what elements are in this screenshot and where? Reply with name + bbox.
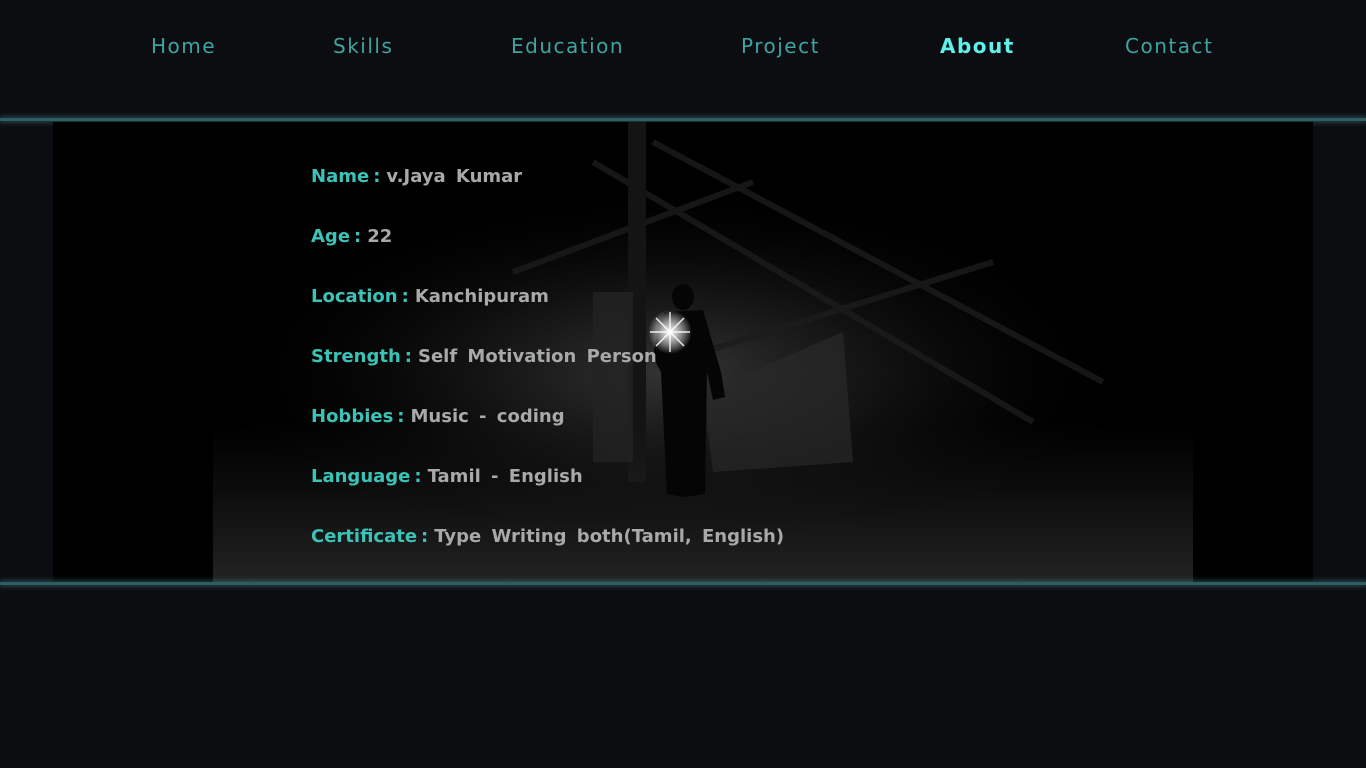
nav-home-link[interactable]: Home [151,32,216,60]
nav-project-link[interactable]: Project [741,32,820,60]
top-navigation: Home Skills Education Project About Cont… [0,0,1366,118]
age-value: 22 [367,226,393,247]
age-label: Age [311,226,351,247]
location-label: Location [311,286,398,307]
about-row-age: Age:22 [311,224,392,250]
language-label: Language [311,466,411,487]
language-value: Tamil - English [427,466,583,487]
about-row-name: Name: v.Jaya Kumar [311,164,522,190]
nav-skills-link[interactable]: Skills [333,32,393,60]
footer-divider [0,582,1366,585]
about-row-language: Language: Tamil - English [311,464,583,490]
certificate-label: Certificate [311,526,418,547]
separator: : [414,466,422,487]
name-label: Name [311,166,370,187]
location-value: Kanchipuram [414,286,549,307]
separator: : [354,226,362,247]
about-row-location: Location: Kanchipuram [311,284,549,310]
strength-label: Strength [311,346,401,367]
header-divider [0,118,1366,121]
about-row-certificate: Certificate: Type Writing both(Tamil, Eng… [311,524,784,550]
nav-contact-link[interactable]: Contact [1125,32,1213,60]
hobbies-label: Hobbies [311,406,394,427]
separator: : [373,166,381,187]
about-row-hobbies: Hobbies: Music - coding [311,404,565,430]
nav-education-link[interactable]: Education [511,32,624,60]
separator: : [421,526,429,547]
about-row-strength: Strength: Self Motivation Person [311,344,657,370]
separator: : [401,286,409,307]
name-value: v.Jaya Kumar [386,166,523,187]
hobbies-value: Music - coding [410,406,565,427]
nav-about-link[interactable]: About [940,32,1015,60]
about-panel: Name: v.Jaya Kumar Age:22 Location: Kanchi… [53,122,1313,583]
separator: : [397,406,405,427]
separator: : [404,346,412,367]
certificate-value: Type Writing both(Tamil, English) [434,526,785,547]
background-photo [53,122,1313,583]
strength-value: Self Motivation Person [417,346,657,367]
